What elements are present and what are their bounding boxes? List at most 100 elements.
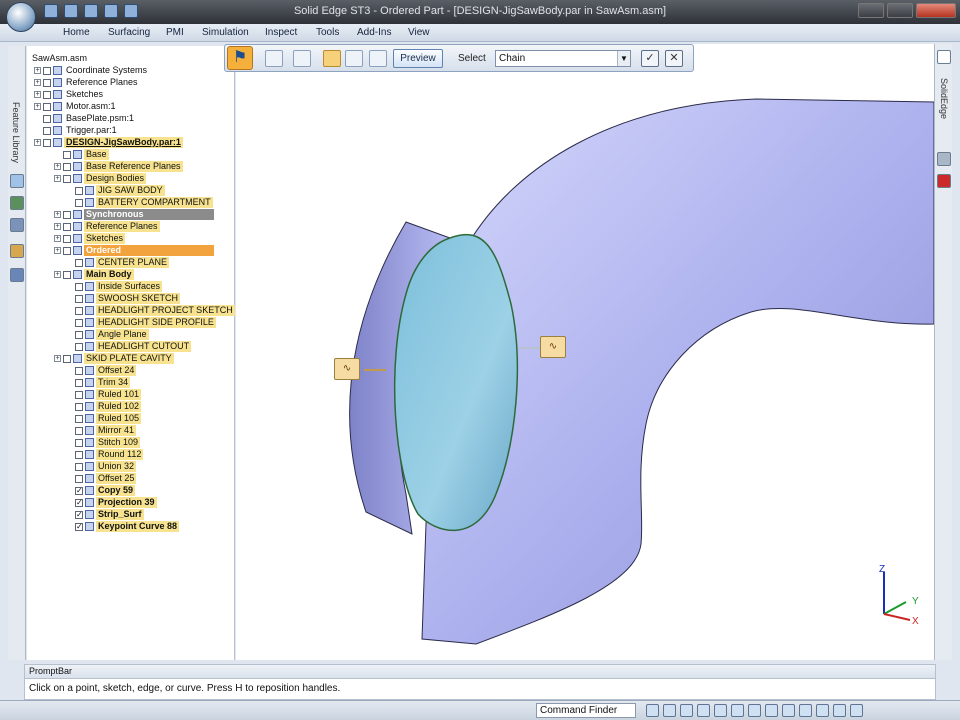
selected-face[interactable]: [393, 233, 519, 531]
preview-button[interactable]: Preview: [393, 49, 443, 68]
expand-icon[interactable]: +: [54, 175, 61, 182]
options-icon[interactable]: [293, 50, 311, 67]
tree-item[interactable]: HEADLIGHT SIDE PROFILE: [66, 317, 216, 328]
keypoint-icon[interactable]: [323, 50, 341, 67]
visibility-checkbox[interactable]: ✓: [75, 486, 83, 495]
views-icon[interactable]: [748, 704, 761, 717]
tab-inspect[interactable]: Inspect: [265, 27, 297, 38]
restore-button[interactable]: [887, 3, 913, 18]
accept-button[interactable]: ✓: [641, 50, 659, 67]
tree-item[interactable]: + Main Body: [54, 269, 134, 280]
visibility-checkbox[interactable]: [63, 210, 71, 219]
command-finder-input[interactable]: Command Finder: [536, 703, 636, 718]
tree-item[interactable]: SWOOSH SKETCH: [66, 293, 181, 304]
tree-item[interactable]: + Sketches: [54, 233, 126, 244]
graphics-window[interactable]: Z Y X ∿ ∿: [236, 44, 934, 660]
tangency-handle-left[interactable]: ∿: [334, 358, 360, 380]
tree-item[interactable]: Offset 25: [66, 473, 137, 484]
close-button[interactable]: [916, 3, 956, 18]
settings-icon[interactable]: [850, 704, 863, 717]
visibility-checkbox[interactable]: [43, 126, 51, 135]
visibility-checkbox[interactable]: [75, 450, 83, 459]
youtube-icon[interactable]: [937, 174, 951, 188]
styles-icon[interactable]: [765, 704, 778, 717]
step-icon[interactable]: [265, 50, 283, 67]
visibility-checkbox[interactable]: [75, 258, 83, 267]
expand-icon[interactable]: +: [54, 235, 61, 242]
tree-item[interactable]: Round 112: [66, 449, 144, 460]
visibility-checkbox[interactable]: [75, 282, 83, 291]
visibility-checkbox[interactable]: [63, 246, 71, 255]
tree-item[interactable]: + Sketches: [34, 89, 105, 100]
tree-item[interactable]: ✓ Projection 39: [66, 497, 157, 508]
tree-item[interactable]: + SKID PLATE CAVITY: [54, 353, 174, 364]
tab-pmi[interactable]: PMI: [166, 27, 184, 38]
tab-simulation[interactable]: Simulation: [202, 27, 249, 38]
visibility-checkbox[interactable]: [63, 150, 71, 159]
sensor-icon[interactable]: [10, 244, 24, 258]
visibility-checkbox[interactable]: [75, 330, 83, 339]
render-icon[interactable]: [816, 704, 829, 717]
application-button[interactable]: [6, 2, 36, 32]
parts-icon[interactable]: [10, 218, 24, 232]
tree-item[interactable]: + Reference Planes: [34, 77, 140, 88]
tree-item[interactable]: + Ordered: [54, 245, 214, 256]
tab-tools[interactable]: Tools: [316, 27, 339, 38]
tree-item[interactable]: HEADLIGHT CUTOUT: [66, 341, 192, 352]
shading-icon[interactable]: [782, 704, 795, 717]
visibility-checkbox[interactable]: ✓: [75, 522, 83, 531]
record-icon[interactable]: [833, 704, 846, 717]
zoom-area-icon[interactable]: [646, 704, 659, 717]
minimize-button[interactable]: [858, 3, 884, 18]
tree-item[interactable]: + Coordinate Systems: [34, 65, 149, 76]
visibility-checkbox[interactable]: [63, 354, 71, 363]
expand-icon[interactable]: +: [54, 355, 61, 362]
edge-icon[interactable]: [369, 50, 387, 67]
tree-item[interactable]: ✓ Copy 59: [66, 485, 136, 496]
curve-icon[interactable]: [345, 50, 363, 67]
visibility-checkbox[interactable]: [43, 138, 51, 147]
expand-icon[interactable]: +: [54, 271, 61, 278]
tab-surfacing[interactable]: Surfacing: [108, 27, 150, 38]
expand-icon[interactable]: +: [54, 211, 61, 218]
tree-item[interactable]: Trigger.par:1: [34, 125, 119, 136]
visibility-checkbox[interactable]: [63, 174, 71, 183]
visibility-checkbox[interactable]: [75, 402, 83, 411]
tree-item[interactable]: ✓ Keypoint Curve 88: [66, 521, 180, 532]
visibility-checkbox[interactable]: [75, 318, 83, 327]
tree-item[interactable]: + Design Bodies: [54, 173, 147, 184]
visibility-checkbox[interactable]: [75, 414, 83, 423]
tree-item[interactable]: + Reference Planes: [54, 221, 160, 232]
tree-item[interactable]: JIG SAW BODY: [66, 185, 165, 196]
visibility-checkbox[interactable]: [75, 366, 83, 375]
chevron-down-icon[interactable]: ▼: [617, 51, 630, 66]
tree-item[interactable]: + Base Reference Planes: [54, 161, 183, 172]
visibility-checkbox[interactable]: [75, 474, 83, 483]
expand-icon[interactable]: +: [34, 103, 41, 110]
tree-item[interactable]: CENTER PLANE: [66, 257, 170, 268]
tree-item[interactable]: Angle Plane: [66, 329, 149, 340]
tree-item[interactable]: Ruled 101: [66, 389, 142, 400]
visibility-checkbox[interactable]: ✓: [75, 498, 83, 507]
model-view[interactable]: Z Y X: [236, 44, 934, 660]
pan-icon[interactable]: [697, 704, 710, 717]
visibility-checkbox[interactable]: [43, 90, 51, 99]
help-icon[interactable]: [937, 50, 951, 64]
visibility-checkbox[interactable]: [43, 78, 51, 87]
visibility-checkbox[interactable]: [75, 306, 83, 315]
properties-icon[interactable]: [10, 268, 24, 282]
rotate-icon[interactable]: [714, 704, 727, 717]
tree-item[interactable]: Offset 24: [66, 365, 137, 376]
visibility-checkbox[interactable]: [63, 162, 71, 171]
tree-item[interactable]: Trim 34: [66, 377, 131, 388]
visibility-checkbox[interactable]: [43, 114, 51, 123]
tab-view[interactable]: View: [408, 27, 430, 38]
tab-add-ins[interactable]: Add-Ins: [357, 27, 391, 38]
visibility-checkbox[interactable]: [63, 270, 71, 279]
tree-item[interactable]: + DESIGN-JigSawBody.par:1: [34, 137, 183, 148]
expand-icon[interactable]: +: [34, 91, 41, 98]
expand-icon[interactable]: +: [54, 163, 61, 170]
tree-item[interactable]: HEADLIGHT PROJECT SKETCH: [66, 305, 235, 316]
zoom-icon[interactable]: [663, 704, 676, 717]
tab-home[interactable]: Home: [63, 27, 90, 38]
